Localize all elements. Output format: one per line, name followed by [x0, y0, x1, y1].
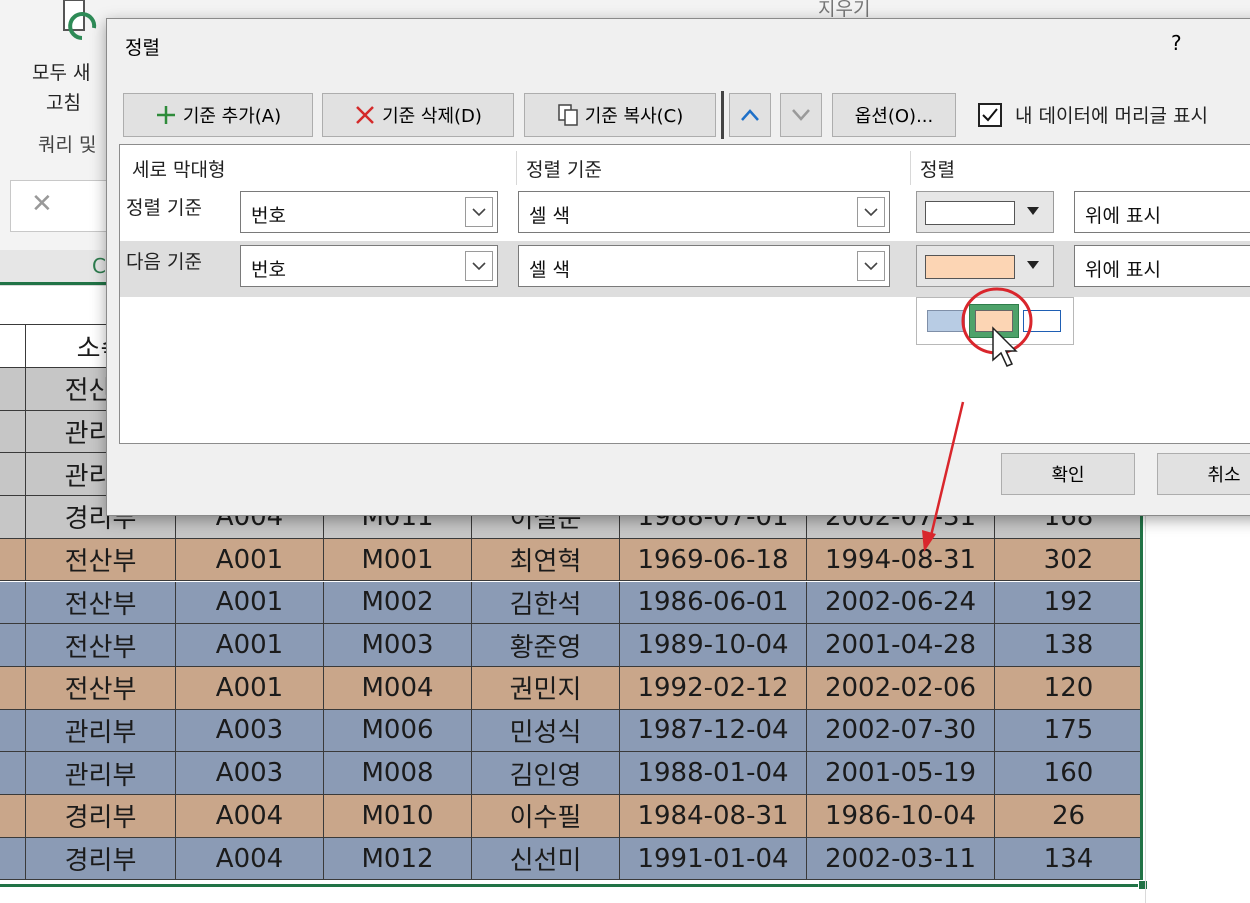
- mouse-cursor-icon: [992, 326, 1018, 367]
- annotation-arrow: [928, 401, 965, 541]
- annotation-overlay: [922, 287, 1033, 552]
- arrowhead-icon: [922, 530, 936, 552]
